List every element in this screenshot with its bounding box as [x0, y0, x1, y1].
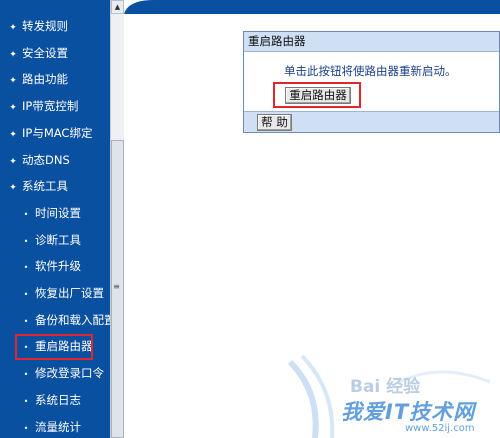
sidebar-item[interactable]: ✦ 系统工具 — [0, 173, 110, 200]
bullet-icon: ✦ — [9, 129, 17, 140]
help-button[interactable]: 帮 助 — [257, 114, 292, 131]
bullet-icon: • — [23, 423, 29, 433]
sidebar-item-label: 转发规则 — [22, 19, 68, 33]
reboot-button[interactable]: 重启路由器 — [285, 87, 351, 104]
sidebar-item[interactable]: • 时间设置 — [0, 200, 110, 227]
bullet-icon: • — [23, 263, 29, 273]
panel-title: 重启路由器 — [244, 32, 499, 52]
sidebar-item-label: 时间设置 — [35, 205, 81, 220]
watermark-site-name: 我爱IT技术网 — [341, 400, 476, 424]
sidebar-item-label: 动态DNS — [22, 152, 70, 167]
bullet-icon: ✦ — [9, 183, 17, 194]
sidebar-item-label: 系统日志 — [35, 392, 81, 407]
sidebar-item-label: 安全设置 — [22, 45, 68, 60]
bullet-icon: ✦ — [9, 103, 17, 114]
sidebar-item[interactable]: ✦ 转发规则 — [0, 13, 110, 40]
bullet-icon: • — [23, 236, 29, 246]
watermark-baidu: Bai 经验 — [350, 377, 421, 397]
bullet-icon: • — [23, 396, 29, 406]
selected-item-highlight — [15, 334, 93, 360]
sidebar-scrollbar[interactable]: ▲ ≡ — [110, 0, 124, 438]
sidebar-item-label: 恢复出厂设置 — [35, 286, 104, 300]
bullet-icon: ✦ — [9, 76, 17, 87]
sidebar-item-label: 路由功能 — [22, 72, 68, 87]
sidebar-item[interactable]: • 软件升级 — [0, 253, 110, 280]
sidebar-item-label: 系统工具 — [22, 179, 68, 194]
bullet-icon: • — [23, 209, 29, 219]
sidebar-item[interactable]: ✦ 动态DNS — [0, 147, 110, 174]
sidebar-item[interactable]: • 备份和载入配置 — [0, 307, 110, 334]
sidebar-item[interactable]: • 系统日志 — [0, 387, 110, 414]
sidebar-item[interactable]: • 诊断工具 — [0, 227, 110, 254]
sidebar-item-label: 软件升级 — [35, 259, 81, 274]
reboot-message: 单击此按钮将使路由器重新启动。 — [284, 64, 457, 78]
bullet-icon: ✦ — [9, 49, 17, 60]
bullet-icon: • — [23, 316, 29, 326]
sidebar-item-label: IP与MAC绑定 — [22, 125, 93, 140]
sidebar-item[interactable]: ✦ IP带宽控制 — [0, 93, 110, 120]
scroll-up-arrow-icon[interactable]: ▲ — [111, 0, 124, 14]
bullet-icon: ✦ — [9, 156, 17, 167]
reboot-panel: 重启路由器 单击此按钮将使路由器重新启动。 重启路由器 帮 助 — [243, 31, 500, 133]
sidebar-item[interactable]: ✦ 路由功能 — [0, 66, 110, 93]
header-curve — [124, 0, 500, 14]
bullet-icon: • — [23, 290, 29, 299]
scroll-grip-icon: ≡ — [113, 282, 120, 291]
sidebar-item[interactable]: ✦ 安全设置 — [0, 40, 110, 67]
sidebar-item-label: 备份和载入配置 — [35, 312, 110, 327]
watermark-site-url: www.52ij.com — [405, 423, 475, 434]
sidebar-item[interactable]: • 恢复出厂设置 — [0, 280, 110, 307]
sidebar-item[interactable]: • 流量统计 — [0, 414, 110, 438]
sidebar-item-label: 诊断工具 — [35, 232, 81, 247]
bullet-icon: • — [23, 370, 29, 380]
sidebar-item-label: 流量统计 — [35, 419, 81, 434]
sidebar-item-label: IP带宽控制 — [22, 99, 79, 114]
bullet-icon: ✦ — [9, 23, 17, 33]
sidebar-menu: ✦ 转发规则 ✦ 安全设置 ✦ 路由功能 ✦ IP带宽控制 ✦ IP与MAC绑定 ✦ 动态DNS ✦ 系统… — [0, 0, 110, 438]
sidebar-item-label: 修改登录口令 — [35, 366, 104, 381]
sidebar-item[interactable]: ✦ IP与MAC绑定 — [0, 120, 110, 147]
sidebar-item[interactable]: • 修改登录口令 — [0, 360, 110, 387]
